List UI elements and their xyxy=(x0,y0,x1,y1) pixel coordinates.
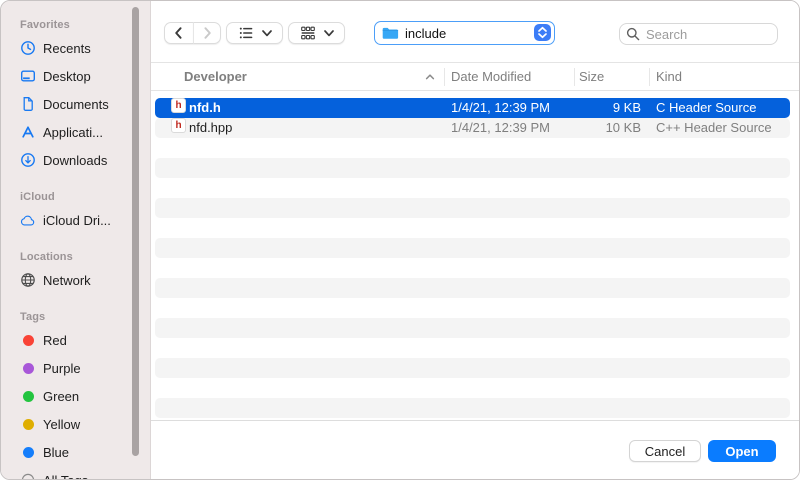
tag-dot-blue-icon xyxy=(20,444,36,460)
sidebar-item-tag-yellow[interactable]: Yellow xyxy=(1,410,150,438)
icloud-drive-icon xyxy=(20,212,36,228)
sidebar-item-label: Blue xyxy=(43,445,69,460)
file-size: 9 KB xyxy=(551,98,641,118)
tag-dot-red-icon xyxy=(20,332,36,348)
column-divider[interactable] xyxy=(649,68,650,86)
file-date: 1/4/21, 12:39 PM xyxy=(451,118,550,138)
empty-row-stripe xyxy=(155,198,790,218)
popup-stepper-icon xyxy=(534,24,551,41)
open-button[interactable]: Open xyxy=(708,440,776,462)
sidebar-item-label: Desktop xyxy=(43,69,91,84)
c-header-file-icon: h xyxy=(171,98,186,118)
sidebar-item-label: Yellow xyxy=(43,417,80,432)
sidebar-item-tag-purple[interactable]: Purple xyxy=(1,354,150,382)
sidebar-item-all-tags[interactable]: All Tags xyxy=(1,466,150,479)
sidebar-item-icloud-drive[interactable]: iCloud Dri... xyxy=(1,206,150,234)
file-list: h nfd.h 1/4/21, 12:39 PM 9 KB C Header S… xyxy=(151,91,799,422)
empty-row-stripe xyxy=(155,238,790,258)
tag-dot-yellow-icon xyxy=(20,416,36,432)
search-field xyxy=(619,23,778,45)
sidebar-scrollbar[interactable] xyxy=(132,7,139,456)
group-view-icon xyxy=(300,25,316,41)
column-header-kind[interactable]: Kind xyxy=(656,63,682,91)
folder-popup-value: include xyxy=(405,26,446,41)
sidebar-item-label: Red xyxy=(43,333,67,348)
file-name: nfd.h xyxy=(189,98,221,118)
sidebar-item-recents[interactable]: Recents xyxy=(1,34,150,62)
tag-dot-green-icon xyxy=(20,388,36,404)
file-row-nfd-h[interactable]: h nfd.h 1/4/21, 12:39 PM 9 KB C Header S… xyxy=(155,98,790,118)
chevron-down-icon xyxy=(324,30,334,37)
toolbar: include xyxy=(151,1,799,63)
empty-row-stripe xyxy=(155,398,790,418)
documents-icon xyxy=(20,96,36,112)
cpp-header-file-icon: h xyxy=(171,118,186,138)
sidebar-item-tag-blue[interactable]: Blue xyxy=(1,438,150,466)
sidebar-item-label: Downloads xyxy=(43,153,107,168)
empty-row-stripe xyxy=(155,158,790,178)
group-view-button[interactable] xyxy=(288,22,345,44)
sidebar-item-desktop[interactable]: Desktop xyxy=(1,62,150,90)
column-header-size[interactable]: Size xyxy=(579,63,604,91)
desktop-icon xyxy=(20,68,36,84)
sidebar-item-label: All Tags xyxy=(43,473,88,480)
sidebar-item-label: Purple xyxy=(43,361,81,376)
sidebar-item-label: Green xyxy=(43,389,79,404)
back-button[interactable] xyxy=(164,22,193,44)
file-row-nfd-hpp[interactable]: h nfd.hpp 1/4/21, 12:39 PM 10 KB C++ Hea… xyxy=(155,118,790,138)
applications-icon xyxy=(20,124,36,140)
file-name: nfd.hpp xyxy=(189,118,232,138)
file-size: 10 KB xyxy=(551,118,641,138)
tag-dot-purple-icon xyxy=(20,360,36,376)
file-kind: C Header Source xyxy=(656,98,756,118)
dialog-footer: Cancel Open xyxy=(151,420,799,479)
folder-popup-button[interactable]: include xyxy=(374,21,555,45)
search-icon xyxy=(626,27,640,44)
sidebar-item-label: Recents xyxy=(43,41,91,56)
chevron-left-icon xyxy=(171,25,187,41)
open-file-dialog: Favorites Recents Desktop Documents Appl… xyxy=(0,0,800,480)
empty-row-stripe xyxy=(155,278,790,298)
recents-clock-icon xyxy=(20,40,36,56)
sidebar-item-tag-red[interactable]: Red xyxy=(1,326,150,354)
folder-icon xyxy=(382,27,399,40)
sidebar-item-label: Network xyxy=(43,273,91,288)
list-view-button[interactable] xyxy=(226,22,283,44)
forward-button[interactable] xyxy=(193,22,221,44)
sidebar-item-network[interactable]: Network xyxy=(1,266,150,294)
sidebar-item-downloads[interactable]: Downloads xyxy=(1,146,150,174)
sidebar-section-icloud: iCloud xyxy=(20,191,150,203)
file-date: 1/4/21, 12:39 PM xyxy=(451,98,550,118)
column-divider[interactable] xyxy=(444,68,445,86)
column-header-date-modified[interactable]: Date Modified xyxy=(451,63,531,91)
downloads-icon xyxy=(20,152,36,168)
sidebar-item-label: Documents xyxy=(43,97,109,112)
sort-ascending-icon xyxy=(424,71,436,86)
sidebar-item-tag-green[interactable]: Green xyxy=(1,382,150,410)
empty-row-stripe xyxy=(155,358,790,378)
column-header-row: Developer Date Modified Size Kind xyxy=(151,63,799,91)
chevron-down-icon xyxy=(262,30,272,37)
sidebar-section-favorites: Favorites xyxy=(20,19,150,31)
network-globe-icon xyxy=(20,272,36,288)
all-tags-icon xyxy=(20,472,36,479)
sidebar-item-label: Applicati... xyxy=(43,125,103,140)
sidebar: Favorites Recents Desktop Documents Appl… xyxy=(1,1,151,479)
cancel-button[interactable]: Cancel xyxy=(629,440,701,462)
search-input[interactable] xyxy=(619,23,778,45)
list-view-icon xyxy=(238,25,254,41)
sidebar-item-documents[interactable]: Documents xyxy=(1,90,150,118)
sidebar-item-label: iCloud Dri... xyxy=(43,213,111,228)
sidebar-item-applications[interactable]: Applicati... xyxy=(1,118,150,146)
column-header-name[interactable]: Developer xyxy=(184,63,247,91)
chevron-right-icon xyxy=(199,25,215,41)
sidebar-section-tags: Tags xyxy=(20,311,150,323)
empty-row-stripe xyxy=(155,318,790,338)
dialog-content: include Developer Date Modified Size xyxy=(151,1,799,479)
column-divider[interactable] xyxy=(574,68,575,86)
sidebar-section-locations: Locations xyxy=(20,251,150,263)
file-kind: C++ Header Source xyxy=(656,118,772,138)
